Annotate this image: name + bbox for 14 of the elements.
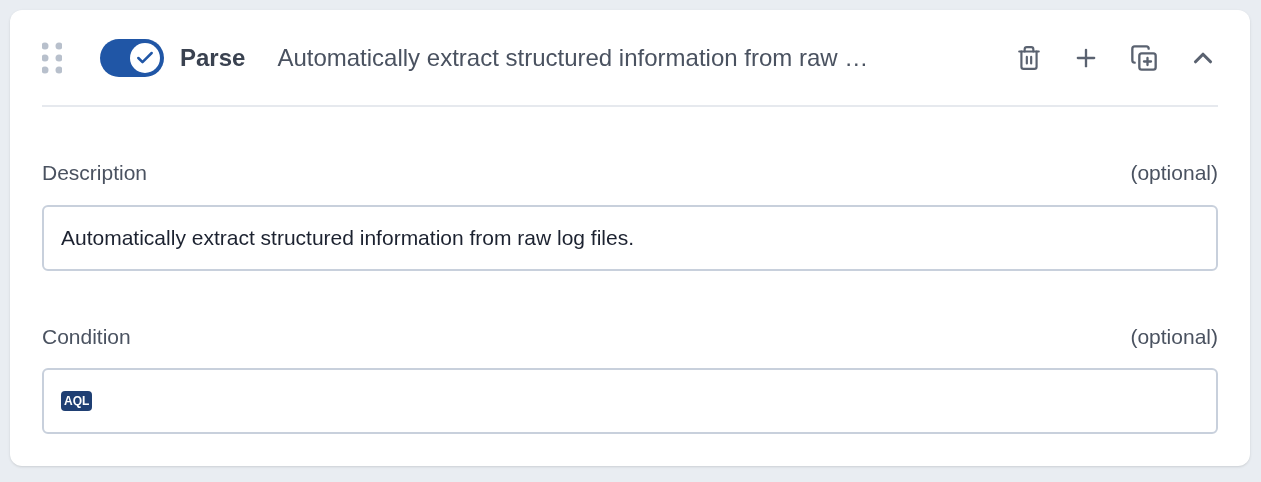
optional-hint: (optional) — [1130, 160, 1218, 186]
field-label: Description — [42, 160, 148, 186]
delete-icon[interactable] — [1016, 44, 1042, 71]
input-field[interactable]: AQL — [42, 368, 1218, 434]
drag-handle-icon[interactable] — [42, 41, 62, 74]
input-field[interactable]: Automatically extract structured information from raw log files. — [42, 204, 1218, 271]
enable-toggle[interactable] — [100, 38, 164, 77]
language-badge: AQL — [61, 391, 93, 411]
field-value: Automatically extract structured information from raw log files. — [61, 224, 635, 251]
duplicate-icon[interactable] — [1130, 43, 1158, 72]
step-title: Parse — [180, 42, 246, 73]
optional-hint: (optional) — [1130, 323, 1218, 350]
field-label: Condition — [42, 323, 131, 350]
step-summary: Automatically extract structured information from raw … — [277, 42, 869, 73]
